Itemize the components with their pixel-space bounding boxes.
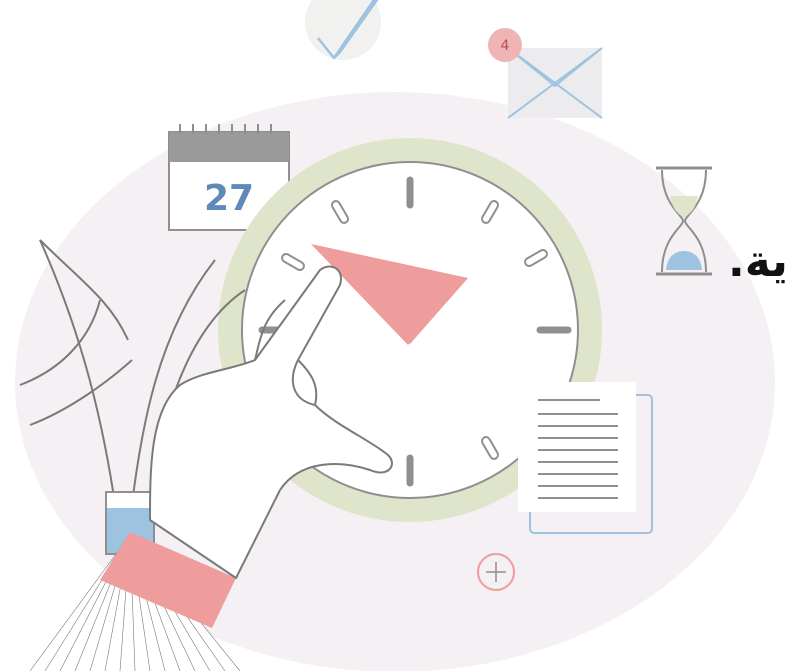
- calendar-day: 27: [204, 178, 254, 219]
- mail-badge-count: 4: [501, 38, 510, 54]
- arabic-text-fragment: ية.: [728, 236, 788, 287]
- checkmark-icon: [305, 0, 381, 60]
- mail-badge: 4: [488, 28, 522, 62]
- illustration-canvas: 4 27: [15, 0, 775, 671]
- document-icon: [518, 382, 653, 534]
